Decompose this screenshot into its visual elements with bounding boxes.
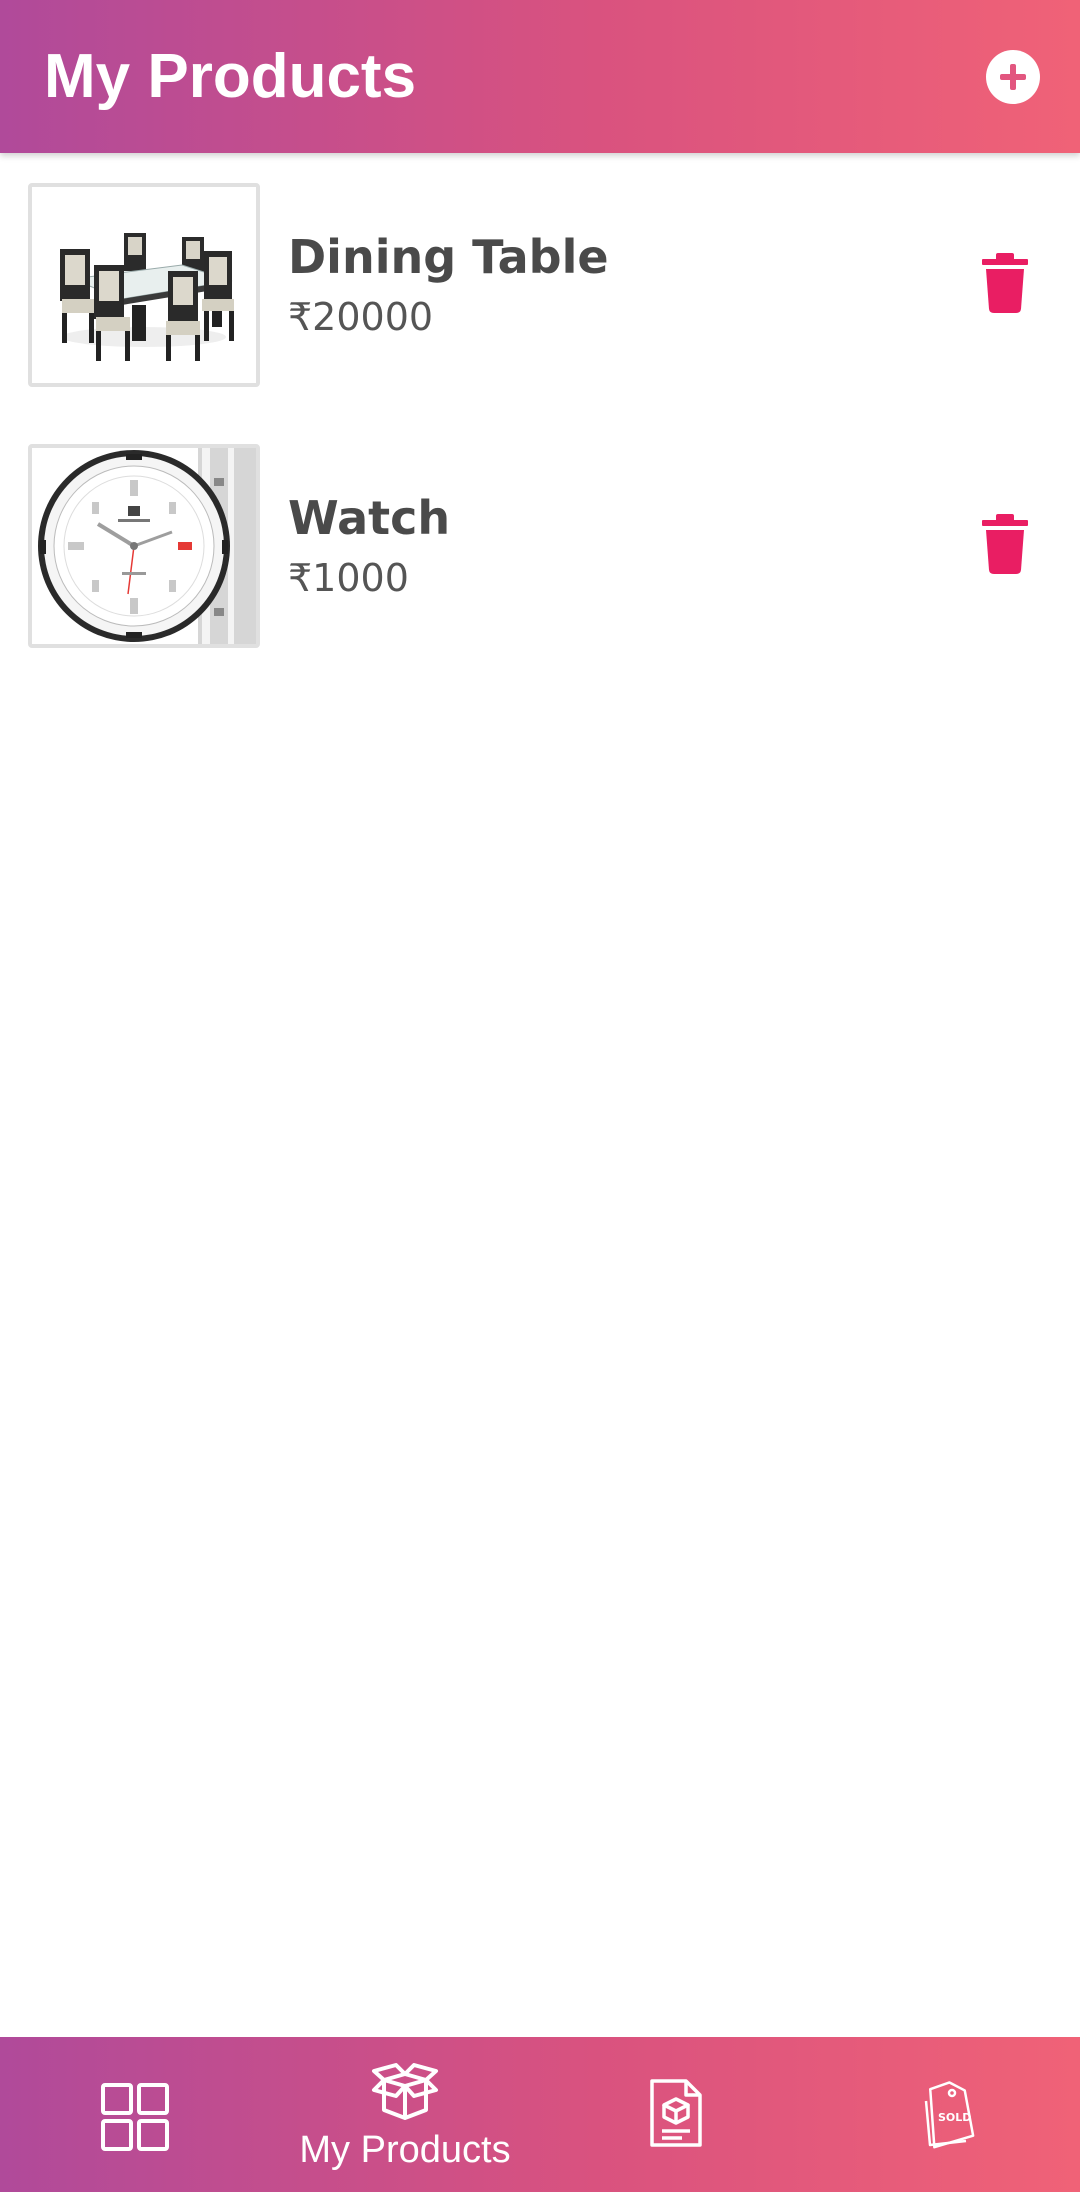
product-name: Watch bbox=[288, 491, 451, 545]
product-list: Dining Table ₹20000 Watch ₹1000 bbox=[0, 153, 1080, 675]
watch-image bbox=[28, 444, 260, 648]
bottom-nav: My Products SOLD bbox=[0, 2037, 1080, 2192]
box-icon bbox=[372, 2063, 438, 2120]
delete-button[interactable] bbox=[982, 514, 1028, 574]
delete-button[interactable] bbox=[982, 253, 1028, 313]
document-box-icon bbox=[650, 2079, 702, 2147]
nav-label-my-products: My Products bbox=[299, 2129, 511, 2171]
trash-icon bbox=[982, 253, 1028, 313]
dining-table-image bbox=[28, 183, 260, 387]
list-item[interactable]: Dining Table ₹20000 bbox=[0, 153, 1080, 414]
product-price: ₹20000 bbox=[288, 295, 434, 339]
svg-text:SOLD: SOLD bbox=[938, 2111, 971, 2124]
product-price: ₹1000 bbox=[288, 556, 409, 600]
product-name: Dining Table bbox=[288, 230, 609, 284]
nav-item-dashboard[interactable] bbox=[0, 2037, 270, 2192]
nav-item-my-products[interactable]: My Products bbox=[270, 2037, 540, 2192]
sold-tag-icon: SOLD bbox=[924, 2081, 975, 2149]
page-title: My Products bbox=[44, 42, 417, 111]
nav-item-sold[interactable]: SOLD bbox=[810, 2037, 1080, 2192]
add-circle-icon bbox=[1000, 64, 1026, 90]
trash-icon bbox=[982, 514, 1028, 574]
app-bar: My Products bbox=[0, 0, 1080, 153]
grid-icon bbox=[101, 2083, 169, 2151]
nav-item-orders[interactable] bbox=[540, 2037, 810, 2192]
list-item[interactable]: Watch ₹1000 bbox=[0, 414, 1080, 675]
add-product-button[interactable] bbox=[986, 50, 1040, 104]
